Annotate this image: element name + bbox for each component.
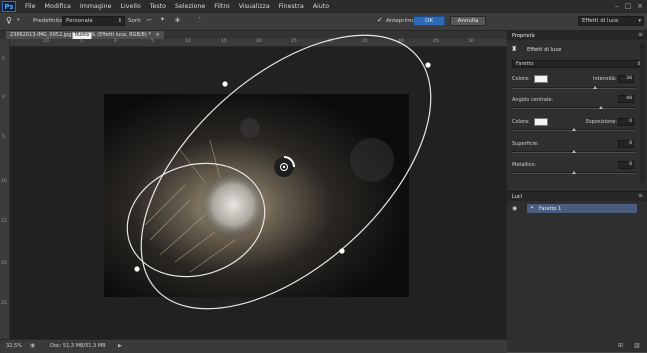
panel-dock: Proprietà ≡ ♜ Effetti di luce Faretto ⇕ … bbox=[507, 31, 647, 352]
intensity-ring-icon[interactable] bbox=[274, 156, 295, 177]
intensity-slider-thumb[interactable] bbox=[593, 86, 598, 89]
light-color-swatch[interactable] bbox=[534, 75, 548, 83]
light-effects-icon: ♜ bbox=[511, 45, 518, 53]
colorize-swatch[interactable] bbox=[534, 118, 548, 126]
hotspot-label: Angolo centrale: bbox=[512, 97, 554, 103]
hotspot-value[interactable]: 44 bbox=[618, 95, 634, 103]
light-row-highlight: ✦ Faretto 1 bbox=[527, 204, 637, 213]
ellipse-handle[interactable] bbox=[425, 62, 431, 68]
properties-tab-bar: Proprietà ≡ bbox=[507, 31, 647, 40]
properties-tab[interactable]: Proprietà bbox=[512, 33, 535, 39]
intensity-label: Intensità: bbox=[593, 76, 617, 82]
exposure-slider-thumb[interactable] bbox=[572, 128, 576, 131]
metallic-slider-thumb[interactable] bbox=[572, 171, 576, 174]
exposure-label: Esposizione: bbox=[586, 119, 617, 125]
visibility-eye-icon[interactable]: ◉ bbox=[512, 205, 517, 212]
panel-menu-icon[interactable]: ≡ bbox=[638, 192, 643, 199]
ellipse-handle[interactable] bbox=[222, 81, 228, 87]
document-info: Doc: 51,3 MB/51,3 MB bbox=[50, 343, 106, 349]
metallic-label: Metallico: bbox=[512, 162, 537, 168]
light-type-value: Faretto bbox=[516, 61, 534, 67]
light-item-label: Faretto 1 bbox=[539, 206, 562, 212]
spotlight-layer-icon: ✦ bbox=[530, 205, 535, 211]
properties-scrollbar[interactable] bbox=[640, 43, 645, 183]
hotspot-slider-track[interactable] bbox=[512, 107, 636, 109]
panel-menu-icon[interactable]: ≡ bbox=[638, 31, 643, 38]
ellipse-handle[interactable] bbox=[339, 248, 345, 254]
hotspot-slider-thumb[interactable] bbox=[599, 106, 604, 109]
status-menu-arrow-icon[interactable]: ▶ bbox=[118, 343, 122, 349]
lights-tab-bar: Luci ≡ bbox=[507, 191, 647, 201]
metallic-value[interactable]: 0 bbox=[618, 161, 634, 169]
exposure-value[interactable]: 0 bbox=[618, 118, 634, 126]
intensity-value[interactable]: 34 bbox=[618, 75, 634, 83]
info-icon[interactable]: ◉ bbox=[30, 342, 35, 349]
intensity-slider-track[interactable] bbox=[512, 87, 636, 89]
light-type-dropdown[interactable]: Faretto ⇕ bbox=[512, 60, 644, 68]
light-list-item[interactable]: ◉ ✦ Faretto 1 bbox=[507, 204, 637, 213]
zoom-level[interactable]: 32,5% bbox=[6, 343, 22, 349]
gloss-label: Superficie: bbox=[512, 141, 539, 147]
status-bar: 32,5% ◉ Doc: 51,3 MB/51,3 MB ▶ bbox=[0, 339, 507, 353]
ellipse-handle[interactable] bbox=[134, 266, 140, 272]
gloss-slider-thumb[interactable] bbox=[572, 150, 576, 153]
colorize-label: Colora: bbox=[512, 119, 530, 125]
trash-icon[interactable]: ▥ bbox=[634, 342, 640, 349]
new-light-icon[interactable]: ⊞ bbox=[618, 342, 623, 349]
color-label: Colore: bbox=[512, 76, 530, 82]
lights-tab[interactable]: Luci bbox=[512, 194, 522, 200]
gloss-value[interactable]: 0 bbox=[618, 140, 634, 148]
properties-title: Effetti di luce bbox=[527, 47, 562, 53]
